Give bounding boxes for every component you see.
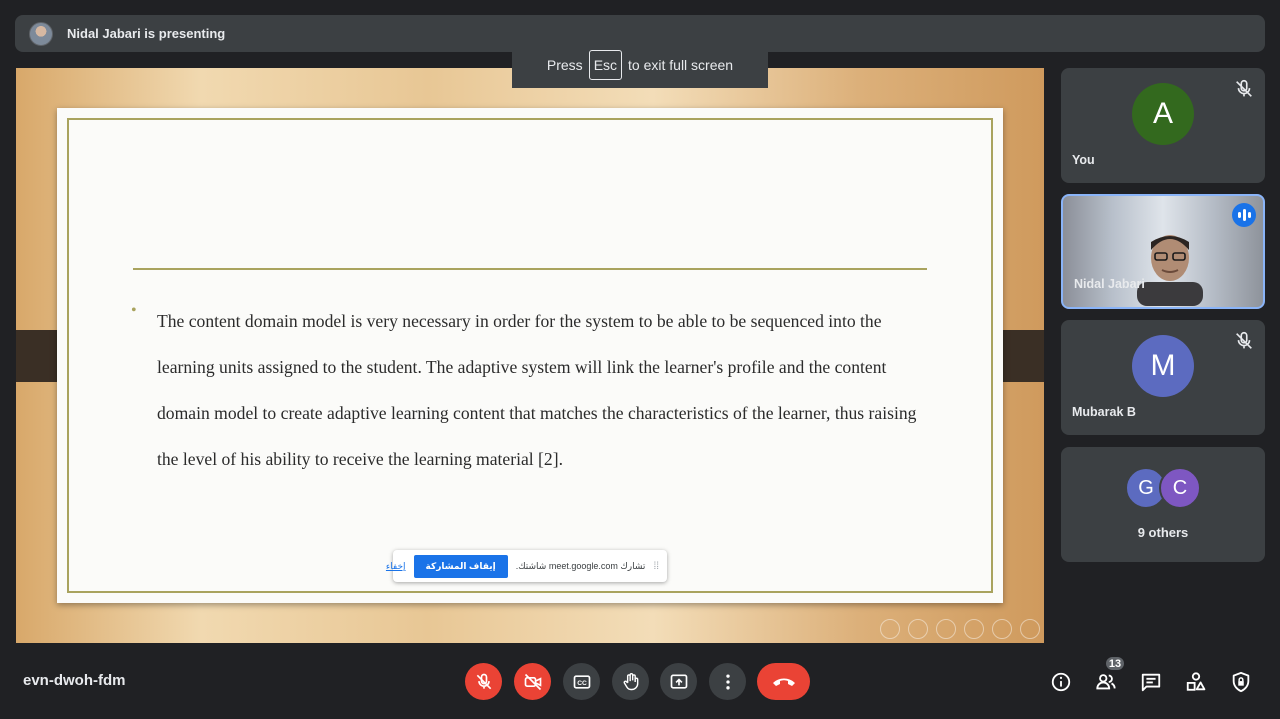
people-icon (1096, 674, 1116, 690)
microphone-off-button[interactable] (465, 663, 502, 700)
participant-tile-nidal-jabari[interactable]: Nidal Jabari (1061, 194, 1265, 309)
leave-call-button[interactable] (757, 663, 810, 700)
speaking-indicator-icon (1232, 203, 1256, 227)
others-avatars: G C (1125, 467, 1201, 509)
people-count-badge: 13 (1104, 655, 1126, 672)
others-tile[interactable]: G C 9 others (1061, 447, 1265, 562)
present-screen-icon (670, 674, 687, 689)
others-count-label: 9 others (1137, 525, 1189, 540)
meeting-details-button[interactable] (1048, 669, 1074, 695)
chat-button[interactable] (1138, 669, 1164, 695)
participant-name: Nidal Jabari (1074, 277, 1145, 291)
people-button[interactable] (1093, 669, 1119, 695)
avatar: C (1159, 467, 1201, 509)
presentation-slide: • The content domain model is very neces… (57, 108, 1003, 603)
participant-tile-mubarak-b[interactable]: M Mubarak B (1061, 320, 1265, 435)
captions-icon: CC (573, 674, 590, 689)
drag-handle-icon[interactable]: ⁞⁞ (653, 561, 659, 572)
shield-lock-icon (1232, 671, 1250, 693)
slide-controls (880, 619, 1040, 639)
esc-key: Esc (588, 50, 623, 80)
more-options-button[interactable] (709, 663, 746, 700)
present-now-button[interactable] (660, 663, 697, 700)
presenter-avatar (29, 21, 53, 46)
more-vertical-icon (725, 674, 730, 689)
captions-button[interactable]: CC (563, 663, 600, 700)
bullet-icon: • (131, 302, 137, 319)
avatar: M (1132, 335, 1194, 397)
mic-off-icon (1236, 331, 1252, 349)
share-message: تشارك meet.google.com شاشتك. (515, 560, 646, 571)
participant-tile-you[interactable]: A You (1061, 68, 1265, 183)
toast-suffix: to exit full screen (628, 57, 734, 73)
camera-off-icon (524, 673, 541, 690)
slide-title-rule (133, 268, 927, 270)
screen-share-notification: ⁞⁞ تشارك meet.google.com شاشتك. إيقاف ال… (386, 550, 667, 582)
mic-off-icon (476, 673, 491, 689)
hide-link[interactable]: إخفاء (386, 561, 406, 572)
activities-icon (1186, 672, 1206, 691)
camera-off-button[interactable] (514, 663, 551, 700)
info-icon (1051, 672, 1071, 692)
participant-name: Mubarak B (1072, 405, 1136, 419)
pen-icon[interactable] (964, 619, 984, 639)
hang-up-icon (772, 678, 795, 686)
previous-icon[interactable] (880, 619, 900, 639)
exit-fullscreen-toast: Press Esc to exit full screen (512, 42, 768, 88)
slides-grid-icon[interactable] (936, 619, 956, 639)
presenting-label: Nidal Jabari is presenting (67, 26, 226, 41)
forward-icon[interactable] (1020, 619, 1040, 639)
mic-off-icon (1236, 79, 1252, 97)
activities-button[interactable] (1183, 669, 1209, 695)
raise-hand-button[interactable] (612, 663, 649, 700)
raise-hand-icon (623, 672, 638, 690)
host-controls-button[interactable] (1228, 669, 1254, 695)
stop-sharing-button[interactable]: إيقاف المشاركة (413, 554, 508, 578)
shared-screen: • The content domain model is very neces… (16, 68, 1044, 643)
toast-press: Press (546, 57, 583, 73)
svg-text:CC: CC (577, 679, 587, 686)
chat-icon (1141, 673, 1161, 692)
meeting-code: evn-dwoh-fdm (23, 672, 126, 689)
avatar: A (1132, 83, 1194, 145)
back-icon[interactable] (992, 619, 1012, 639)
slide-bullet-text: The content domain model is very necessa… (157, 311, 917, 469)
zoom-icon[interactable] (908, 619, 928, 639)
participant-video (1137, 235, 1203, 306)
participant-name: You (1072, 153, 1095, 167)
